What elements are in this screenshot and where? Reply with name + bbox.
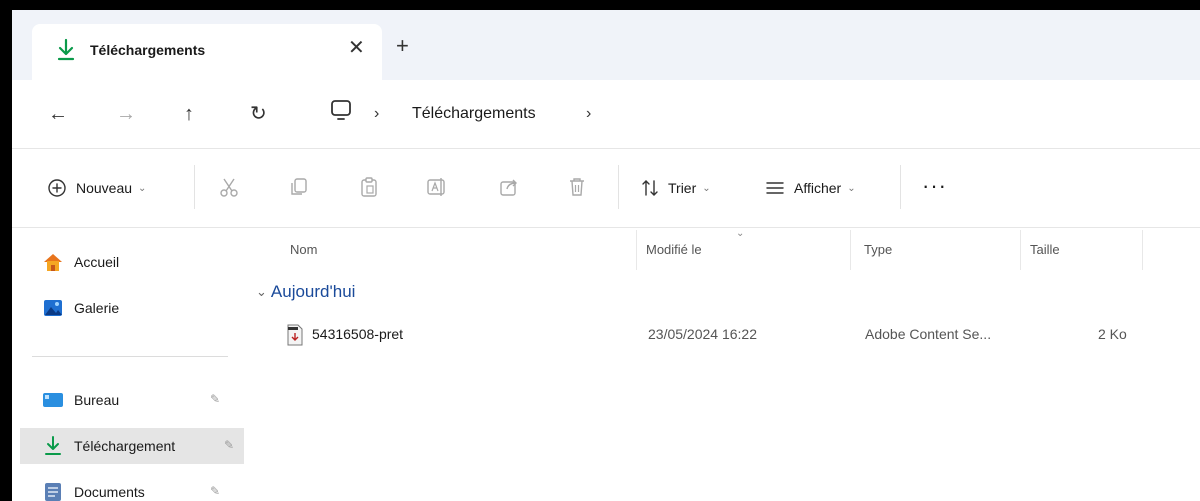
- sidebar-item-desktop[interactable]: Bureau ✎: [20, 382, 244, 418]
- pin-icon[interactable]: ✎: [210, 484, 220, 498]
- plus-circle-icon: [48, 179, 66, 197]
- forward-button[interactable]: →: [116, 102, 136, 126]
- tab-downloads[interactable]: Téléchargements ✕: [32, 24, 382, 80]
- column-header-type[interactable]: Type: [864, 242, 892, 257]
- command-bar: Nouveau ⌄ Trier ⌄ Afficher ⌄ ···: [12, 148, 1200, 228]
- column-header-modified[interactable]: Modifié le: [646, 242, 702, 257]
- file-modified: 23/05/2024 16:22: [648, 326, 757, 342]
- toolbar-divider: [618, 165, 619, 209]
- column-divider[interactable]: [636, 230, 637, 270]
- view-button[interactable]: Afficher ⌄: [764, 177, 856, 199]
- tab-title: Téléchargements: [90, 42, 206, 58]
- column-header-name[interactable]: Nom: [290, 242, 317, 257]
- download-icon: [45, 436, 61, 455]
- sidebar-item-home[interactable]: Accueil: [20, 244, 244, 280]
- documents-icon: [45, 483, 61, 501]
- toolbar-divider: [900, 165, 901, 209]
- sidebar-item-documents[interactable]: Documents ✎: [20, 474, 244, 501]
- more-options-button[interactable]: ···: [922, 173, 947, 199]
- file-type: Adobe Content Se...: [865, 326, 992, 342]
- column-divider[interactable]: [1020, 230, 1021, 270]
- list-view-icon: [766, 182, 784, 194]
- view-label: Afficher: [794, 180, 842, 196]
- home-icon: [44, 254, 62, 271]
- share-icon[interactable]: [498, 176, 520, 198]
- sidebar-item-downloads[interactable]: Téléchargement ✎: [20, 428, 244, 464]
- toolbar-divider: [194, 165, 195, 209]
- sort-indicator-icon: ⌄: [736, 228, 745, 239]
- sidebar-divider: [32, 356, 228, 357]
- sidebar-item-label: Accueil: [74, 254, 120, 270]
- sidebar-item-gallery[interactable]: Galerie: [20, 290, 244, 326]
- file-explorer-window: Téléchargements ✕ + ← → ↑ ↻ › Télécharge…: [12, 10, 1200, 501]
- close-tab-icon[interactable]: ✕: [348, 36, 365, 60]
- rename-icon[interactable]: [426, 176, 448, 198]
- navigation-pane: Accueil Galerie Bureau ✎ Téléchargement …: [12, 228, 244, 501]
- paste-icon[interactable]: [358, 176, 380, 198]
- new-tab-button[interactable]: +: [396, 34, 409, 58]
- sort-label: Trier: [668, 180, 697, 196]
- computer-icon[interactable]: [330, 98, 352, 124]
- pin-icon[interactable]: ✎: [224, 438, 234, 452]
- breadcrumb-downloads[interactable]: Téléchargements: [412, 102, 536, 126]
- back-button[interactable]: ←: [48, 102, 68, 126]
- sidebar-item-label: Téléchargement: [74, 438, 176, 454]
- sort-button[interactable]: Trier ⌄: [640, 177, 711, 199]
- sort-icon: [642, 180, 658, 196]
- file-size: 2 Ko: [1098, 326, 1127, 342]
- sidebar-item-label: Documents: [74, 484, 145, 500]
- file-name: 54316508-pret: [312, 326, 404, 342]
- copy-icon[interactable]: [288, 176, 310, 198]
- sidebar-item-label: Bureau: [74, 392, 120, 408]
- column-divider[interactable]: [850, 230, 851, 270]
- column-header-size[interactable]: Taille: [1030, 242, 1060, 257]
- chevron-down-icon: ⌄: [702, 182, 711, 194]
- address-bar: ← → ↑ ↻ › Téléchargements ›: [12, 80, 1200, 148]
- table-row[interactable]: 54316508-pret 23/05/2024 16:22 Adobe Con…: [264, 320, 1164, 350]
- breadcrumb-separator: ›: [374, 105, 380, 122]
- sidebar-item-label: Galerie: [74, 300, 120, 316]
- group-label: Aujourd'hui: [270, 282, 356, 301]
- desktop-icon: [43, 393, 63, 407]
- chevron-down-icon: ⌄: [847, 182, 856, 194]
- new-button[interactable]: Nouveau ⌄: [46, 177, 146, 199]
- new-label: Nouveau: [76, 180, 133, 196]
- column-divider[interactable]: [1142, 230, 1143, 270]
- refresh-button[interactable]: ↻: [250, 102, 267, 126]
- file-icon: [287, 324, 303, 346]
- delete-icon[interactable]: [566, 176, 588, 198]
- breadcrumb-trailing-separator[interactable]: ›: [586, 102, 591, 126]
- file-list: Nom ⌄ Modifié le Type Taille ⌄ Aujourd'h…: [244, 228, 1200, 501]
- pin-icon[interactable]: ✎: [210, 392, 220, 406]
- cut-icon[interactable]: [218, 176, 240, 198]
- group-header-today[interactable]: ⌄ Aujourd'hui: [256, 282, 355, 302]
- tab-strip: Téléchargements ✕ +: [12, 10, 1200, 80]
- chevron-down-icon: ⌄: [138, 182, 147, 194]
- chevron-down-icon: ⌄: [256, 284, 267, 299]
- gallery-icon: [44, 300, 62, 316]
- download-icon: [57, 38, 75, 61]
- up-button[interactable]: ↑: [184, 102, 194, 126]
